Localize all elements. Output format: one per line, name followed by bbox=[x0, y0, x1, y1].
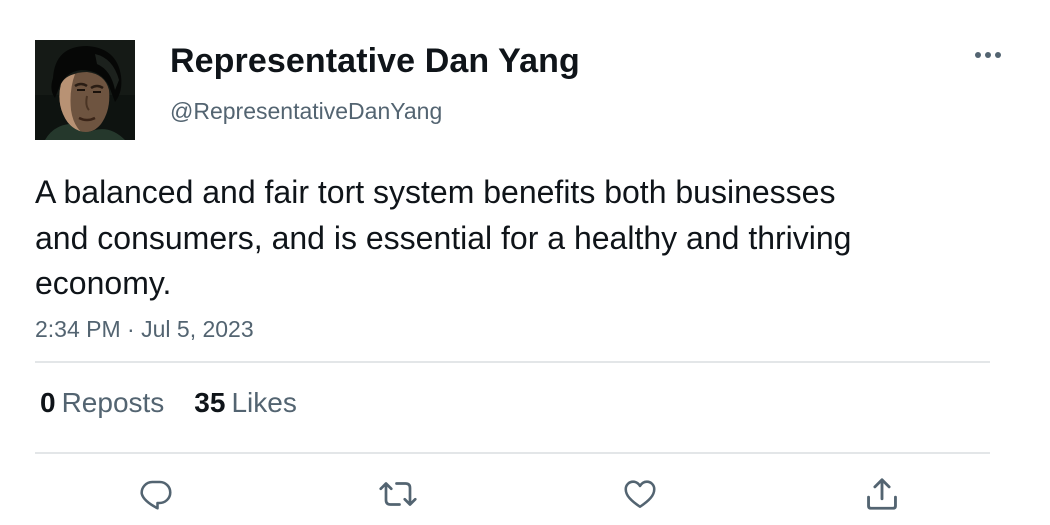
heart-icon bbox=[624, 480, 656, 509]
share-button[interactable] bbox=[860, 472, 904, 516]
tweet-detail: Representative Dan Yang @RepresentativeD… bbox=[0, 0, 1050, 525]
repost-button[interactable] bbox=[376, 472, 420, 516]
repost-icon bbox=[379, 482, 417, 506]
more-options-button[interactable] bbox=[968, 40, 1008, 70]
share-icon bbox=[867, 478, 897, 510]
avatar-portrait-image bbox=[35, 40, 135, 140]
tweet-timestamp: 2:34 PM · Jul 5, 2023 bbox=[35, 316, 254, 343]
engagement-stats: 0 Reposts 35 Likes bbox=[40, 387, 297, 419]
tweet-date[interactable]: Jul 5, 2023 bbox=[141, 316, 254, 342]
reposts-stat[interactable]: 0 Reposts bbox=[40, 387, 164, 419]
reposts-label: Reposts bbox=[61, 387, 165, 418]
timestamp-separator: · bbox=[127, 316, 135, 342]
more-dots-icon bbox=[975, 52, 1001, 58]
like-button[interactable] bbox=[618, 472, 662, 516]
tweet-text: A balanced and fair tort system benefits… bbox=[35, 174, 852, 301]
tweet-time[interactable]: 2:34 PM bbox=[35, 316, 121, 342]
reply-button[interactable] bbox=[134, 472, 178, 516]
reposts-count: 0 bbox=[40, 387, 56, 418]
divider bbox=[35, 361, 990, 363]
likes-count: 35 bbox=[194, 387, 226, 418]
likes-label: Likes bbox=[231, 387, 297, 418]
reply-icon bbox=[140, 480, 172, 510]
author-display-name[interactable]: Representative Dan Yang bbox=[170, 42, 580, 81]
avatar[interactable] bbox=[35, 40, 135, 140]
likes-stat[interactable]: 35 Likes bbox=[194, 387, 297, 419]
author-handle[interactable]: @RepresentativeDanYang bbox=[170, 98, 442, 125]
divider bbox=[35, 452, 990, 454]
